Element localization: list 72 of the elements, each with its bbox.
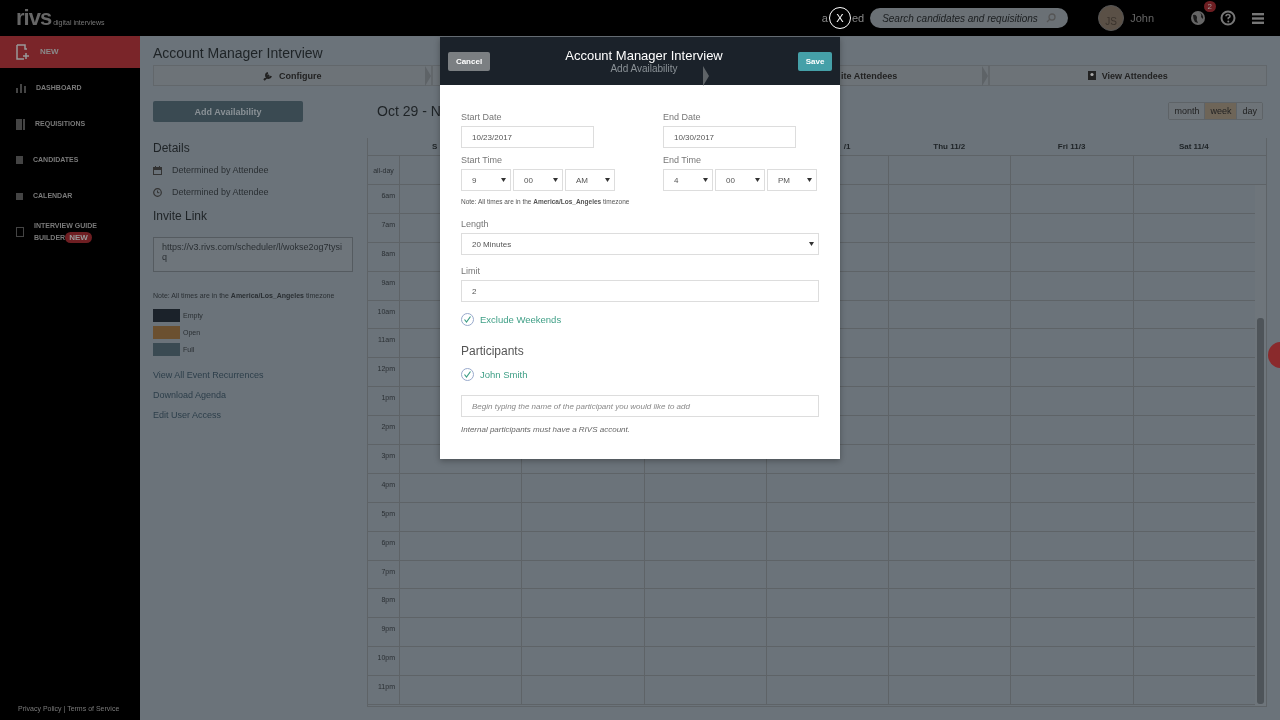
time-dropdown[interactable]: 00	[715, 169, 765, 191]
advanced-link[interactable]: ed	[851, 12, 865, 24]
step-tab[interactable]: Configure	[153, 65, 432, 86]
section-heading: Details	[153, 141, 190, 155]
sidebar-item[interactable]: NEW	[0, 36, 140, 68]
field-label: Start Date	[461, 112, 502, 122]
logo[interactable]: rivs	[16, 5, 52, 31]
wrench-icon	[263, 70, 273, 81]
clock-icon	[153, 187, 162, 197]
caret-icon	[605, 178, 610, 182]
user-name[interactable]: John	[1130, 12, 1154, 24]
invite-link-field[interactable]: https://v3.rivs.com/scheduler/l/wokse2og7tysiq	[153, 237, 353, 272]
time-dropdown[interactable]: 9	[461, 169, 511, 191]
cancel-button[interactable]: Cancel	[448, 51, 490, 71]
help-text: Internal participants must have a RIVS account.	[461, 425, 630, 434]
day-header: Sat 11/4	[1178, 142, 1209, 151]
add-availability-button[interactable]: Add Availability	[153, 101, 303, 122]
caret-icon	[809, 242, 814, 246]
date-field[interactable]: 10/23/2017	[461, 126, 594, 148]
chart-icon	[16, 83, 26, 93]
field-label: Start Time	[461, 155, 502, 165]
advanced-link[interactable]: a	[821, 12, 828, 24]
field-label: End Date	[663, 112, 701, 122]
day-header: Thu 11/2	[933, 142, 966, 151]
new-document-icon	[16, 44, 30, 60]
time-dropdown[interactable]: AM	[565, 169, 615, 191]
time-dropdown[interactable]: PM	[767, 169, 817, 191]
day-header: /1	[843, 142, 851, 151]
date-range-title: Oct 29 - N	[376, 103, 441, 119]
time-dropdown[interactable]: 00	[513, 169, 563, 191]
modal-subtitle: Add Availability	[610, 63, 678, 74]
search-icon	[1046, 13, 1057, 23]
section-heading: Participants	[461, 344, 524, 358]
checkbox[interactable]	[461, 368, 474, 381]
checkmark-icon	[463, 370, 472, 379]
caret-icon	[553, 178, 558, 182]
caret-icon	[501, 178, 506, 182]
notification-badge: 2	[1203, 1, 1216, 12]
help-icon[interactable]	[1220, 10, 1236, 26]
step-tab[interactable]: View Attendees	[988, 65, 1267, 86]
date-field[interactable]: 10/30/2017	[663, 126, 796, 148]
limit-field[interactable]: 2	[461, 280, 819, 302]
caret-icon	[755, 178, 760, 182]
caret-icon	[807, 178, 812, 182]
day-header: Fri 11/3	[1057, 142, 1086, 151]
length-dropdown[interactable]: 20 Minutes	[461, 233, 819, 255]
section-heading: Invite Link	[153, 209, 208, 223]
save-button[interactable]: Save	[798, 51, 832, 71]
checkbox[interactable]	[461, 313, 474, 326]
field-label: Length	[461, 219, 489, 229]
document-icon	[16, 227, 24, 237]
view-toggle[interactable]: month	[1169, 103, 1206, 119]
page-title: Account Manager Interview	[153, 45, 323, 61]
checkmark-icon	[463, 315, 472, 324]
search-field[interactable]: Search candidates and requisitions	[870, 8, 1069, 28]
day-header: S	[432, 142, 438, 151]
participant-name[interactable]: John Smith	[480, 369, 528, 380]
field-label: End Time	[663, 155, 702, 165]
modal-title: Account Manager Interview	[565, 48, 723, 63]
time-dropdown[interactable]: 4	[663, 169, 713, 191]
checkbox-label[interactable]: Exclude Weekends	[480, 314, 562, 325]
close-button[interactable]: X	[828, 7, 851, 29]
field-label: Limit	[461, 266, 480, 276]
book-icon	[16, 118, 25, 130]
participant-search-field[interactable]: Begin typing the name of the participant you would like to add	[461, 395, 819, 417]
detail-text: Determined by Attendee	[172, 187, 269, 197]
menu-icon[interactable]	[1252, 12, 1264, 24]
globe-icon[interactable]	[1190, 10, 1206, 26]
view-toggle[interactable]: week	[1205, 103, 1238, 119]
detail-text: Determined by Attendee	[172, 165, 269, 175]
new-badge: NEW	[65, 232, 92, 243]
caret-icon	[703, 178, 708, 182]
